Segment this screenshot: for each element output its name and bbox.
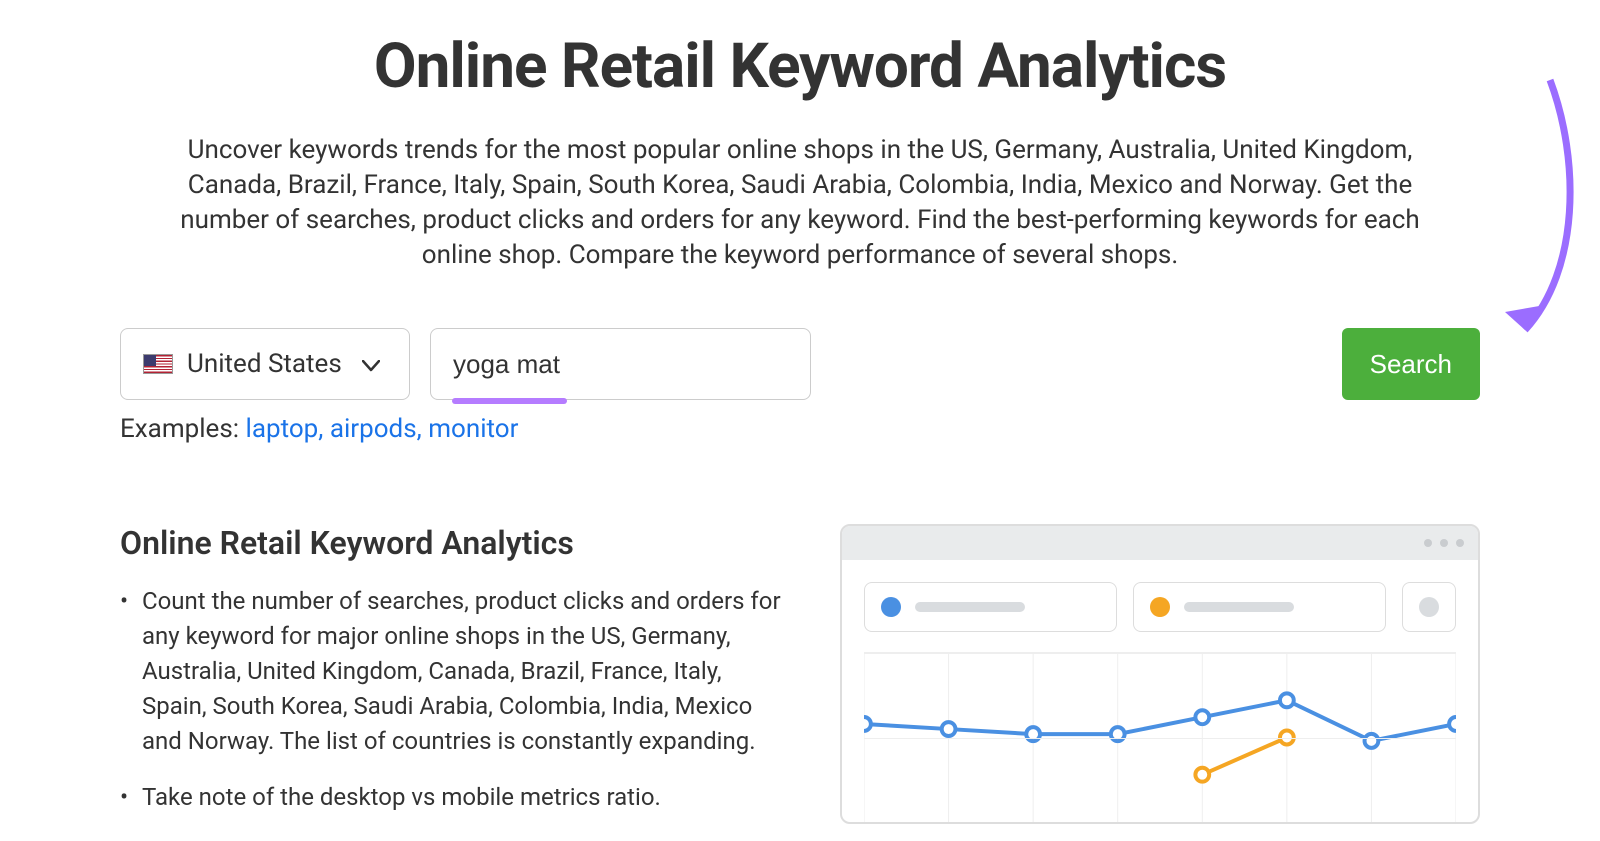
info-column: Online Retail Keyword Analytics Count th… (120, 524, 790, 837)
preview-mock (840, 524, 1480, 824)
window-dot-icon (1424, 539, 1432, 547)
examples-row: Examples: laptop, airpods, monitor (120, 414, 1480, 444)
example-link-laptop[interactable]: laptop (246, 414, 319, 444)
keyword-input[interactable] (430, 328, 811, 400)
example-link-airpods[interactable]: airpods (330, 414, 417, 444)
search-button[interactable]: Search (1342, 328, 1480, 400)
series-dot-grey-icon (1419, 597, 1439, 617)
window-dot-icon (1440, 539, 1448, 547)
example-link-monitor[interactable]: monitor (428, 414, 518, 444)
info-bullet: Take note of the desktop vs mobile metri… (120, 780, 790, 815)
country-select[interactable]: United States (120, 328, 410, 400)
placeholder-bar (915, 602, 1025, 612)
page-subtitle: Uncover keywords trends for the most pop… (170, 133, 1430, 273)
preview-chart (864, 652, 1456, 822)
us-flag-icon (143, 354, 173, 374)
preview-window-header (842, 526, 1478, 560)
preview-pill-orange (1133, 582, 1386, 632)
info-heading: Online Retail Keyword Analytics (120, 524, 790, 562)
window-dot-icon (1456, 539, 1464, 547)
series-dot-blue-icon (881, 597, 901, 617)
search-row: United States Search (120, 328, 1480, 400)
page-title: Online Retail Keyword Analytics (120, 30, 1480, 103)
examples-label: Examples: (120, 414, 239, 444)
highlight-underline (452, 398, 567, 404)
chevron-down-icon (362, 349, 380, 379)
country-label: United States (187, 349, 342, 379)
preview-pill-row (864, 582, 1456, 632)
info-bullet: Count the number of searches, product cl… (120, 584, 790, 758)
preview-pill-grey (1402, 582, 1456, 632)
series-dot-orange-icon (1150, 597, 1170, 617)
preview-pill-blue (864, 582, 1117, 632)
placeholder-bar (1184, 602, 1294, 612)
